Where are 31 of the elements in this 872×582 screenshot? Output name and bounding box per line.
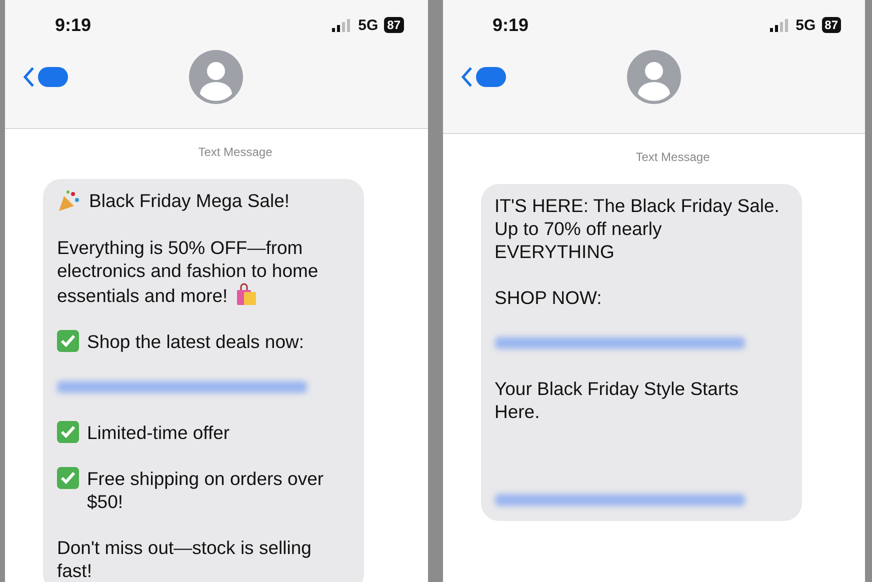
message-text: Everything is 50% OFF—from electronics and fashion to home essentials and more!: [57, 236, 320, 307]
network-label: 5G: [796, 16, 816, 34]
status-time: 9:19: [492, 14, 529, 36]
message-text: IT'S HERE: The Black Friday Sale. Up to 70% off nearly EVERYTHING: [494, 194, 780, 263]
party-popper-icon: [57, 189, 81, 213]
status-time: 9:19: [55, 14, 92, 36]
battery-level: 87: [822, 17, 841, 33]
back-chevron-icon: [460, 66, 472, 88]
back-chevron-icon: [23, 66, 35, 88]
check-icon: [57, 421, 79, 443]
message-text: Your Black Friday Style Starts Here.: [494, 377, 740, 423]
message-text: Shop the latest deals now:: [87, 330, 304, 353]
message-text: Limited-time offer: [87, 421, 230, 444]
contact-avatar-icon[interactable]: [626, 50, 681, 104]
signal-icon: [332, 18, 352, 32]
message-type-label: Text Message: [198, 145, 272, 159]
check-icon: [57, 330, 79, 352]
back-button[interactable]: [23, 66, 68, 88]
back-button[interactable]: [460, 66, 506, 88]
message-text: SHOP NOW:: [494, 286, 602, 309]
message-text: Don't miss out—stock is selling fast!: [57, 536, 312, 582]
unread-badge: [38, 67, 68, 87]
unread-badge: [476, 67, 506, 87]
network-label: 5G: [358, 16, 378, 34]
message-text: Black Friday Mega Sale!: [89, 189, 290, 212]
message-type-label: Text Message: [636, 150, 710, 164]
contact-avatar-icon[interactable]: [189, 50, 244, 104]
battery-level: 87: [384, 17, 404, 33]
message-text: Free shipping on orders over $50!: [87, 467, 325, 513]
signal-icon: [770, 18, 790, 32]
check-icon: [57, 467, 79, 489]
